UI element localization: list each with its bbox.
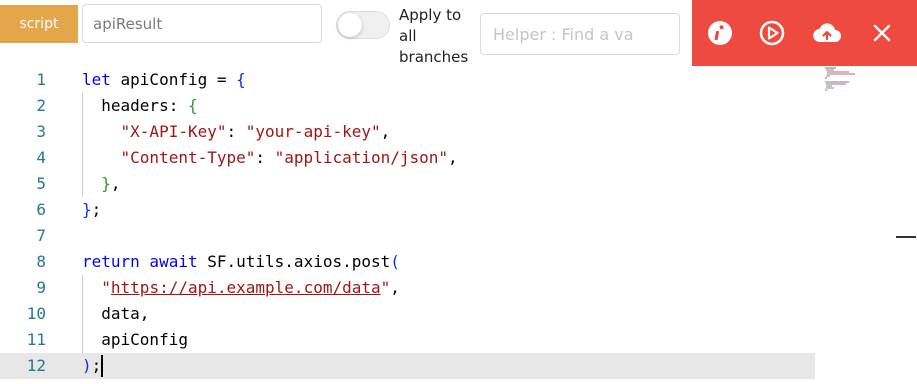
code-editor[interactable]: 1 let apiConfig = {2 headers: {3 "X-API-K…	[0, 66, 917, 384]
code-line[interactable]: 6};	[0, 197, 815, 223]
line-number: 8	[36, 252, 46, 271]
line-number: 5	[36, 174, 46, 193]
code-line[interactable]: 2 headers: {	[0, 93, 815, 119]
code-line[interactable]: 1 let apiConfig = {	[0, 67, 815, 93]
code-text: let apiConfig = {	[82, 67, 246, 93]
code-text: apiConfig	[82, 327, 188, 353]
text-cursor	[101, 355, 103, 377]
code-line[interactable]: 11 apiConfig	[0, 327, 815, 353]
line-number: 6	[36, 200, 46, 219]
line-number: 11	[26, 330, 46, 349]
code-line[interactable]: 3 "X-API-Key": "your-api-key",	[0, 119, 815, 145]
code-token: headers:	[82, 96, 188, 115]
code-token: "your-api-key"	[245, 122, 381, 141]
code-token: SF.utils.axios.post	[207, 252, 391, 271]
indent-guide	[82, 93, 83, 197]
code-token: (	[390, 252, 400, 271]
editor-scrollbar[interactable]	[894, 66, 917, 384]
code-text: "https://api.example.com/data",	[82, 275, 400, 301]
line-number: 3	[36, 122, 46, 141]
code-token: :	[255, 148, 275, 167]
minimap[interactable]	[822, 66, 872, 96]
code-text: };	[82, 197, 101, 223]
indent-guide	[82, 275, 83, 353]
info-button[interactable]	[704, 17, 736, 49]
apply-all-branches-label: Apply to all branches	[399, 6, 469, 66]
code-token: "X-API-Key"	[120, 122, 227, 141]
info-icon	[708, 21, 732, 45]
code-text: return await SF.utils.axios.post(	[82, 249, 400, 275]
result-name-input[interactable]	[82, 4, 322, 43]
code-token: "application/json"	[274, 148, 449, 167]
code-line[interactable]: 10 data,	[0, 301, 815, 327]
close-button[interactable]	[866, 17, 898, 49]
code-text: "X-API-Key": "your-api-key",	[82, 119, 391, 145]
code-text: "Content-Type": "application/json",	[82, 145, 458, 171]
line-number: 12	[26, 356, 46, 375]
code-token: {	[236, 70, 246, 89]
code-token: }	[82, 200, 92, 219]
play-icon	[759, 20, 785, 46]
code-token: ;	[91, 356, 102, 375]
close-icon	[873, 24, 891, 42]
line-number: 10	[26, 304, 46, 323]
code-token: apiConfig =	[120, 70, 237, 89]
code-token: :	[226, 122, 246, 141]
apply-all-branches-toggle[interactable]	[336, 11, 390, 39]
run-button[interactable]	[756, 17, 788, 49]
code-token: https://api.example.com/data	[110, 278, 381, 297]
line-number: 9	[36, 278, 46, 297]
line-number: 1	[36, 70, 46, 89]
code-text: },	[82, 171, 121, 197]
code-token: )	[82, 356, 92, 375]
scrollbar-position-marker	[896, 236, 916, 238]
code-line[interactable]: 9 "https://api.example.com/data",	[0, 275, 815, 301]
code-token: }	[101, 174, 111, 193]
script-tab[interactable]: script	[0, 5, 78, 43]
code-token: return await	[82, 252, 208, 271]
code-token: "	[101, 278, 111, 297]
editor-toolbar: script Apply to all branches	[0, 0, 917, 66]
code-line[interactable]: 8 return await SF.utils.axios.post(	[0, 249, 815, 275]
code-token: apiConfig	[82, 330, 188, 349]
code-text: );	[82, 353, 101, 379]
upload-cloud-icon	[813, 23, 841, 43]
action-bar	[692, 0, 917, 66]
code-token: ,	[380, 122, 391, 141]
code-line[interactable]: 12);	[0, 353, 815, 379]
helper-search-input[interactable]	[480, 13, 680, 55]
line-number: 7	[36, 226, 46, 245]
code-token: "	[380, 278, 391, 297]
code-text: data,	[82, 301, 149, 327]
code-token: let	[82, 70, 121, 89]
line-number: 2	[36, 96, 46, 115]
upload-button[interactable]	[811, 17, 843, 49]
code-token: ,	[448, 148, 458, 167]
code-token: "Content-Type"	[120, 148, 256, 167]
code-token: ,	[110, 174, 121, 193]
code-line[interactable]: 7	[0, 223, 815, 249]
code-text: headers: {	[82, 93, 198, 119]
toggle-knob	[338, 13, 362, 37]
code-token: {	[187, 96, 198, 115]
line-number: 4	[36, 148, 46, 167]
code-token: ,	[390, 278, 400, 297]
code-line[interactable]: 5 },	[0, 171, 815, 197]
code-token: ;	[91, 200, 102, 219]
code-token: data,	[82, 304, 150, 323]
code-line[interactable]: 4 "Content-Type": "application/json",	[0, 145, 815, 171]
